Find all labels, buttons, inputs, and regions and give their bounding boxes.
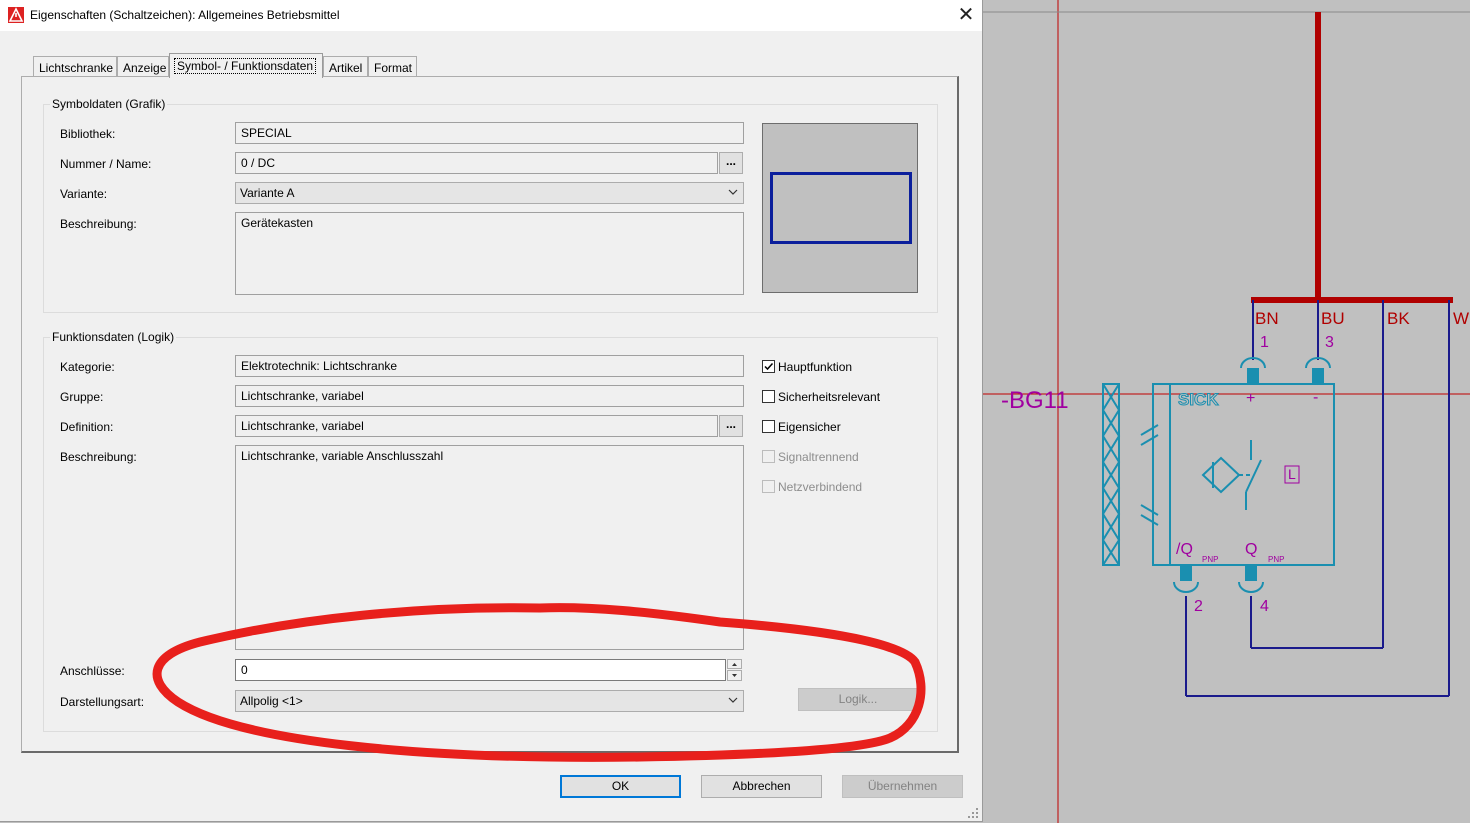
definition-browse-button[interactable]: ... <box>719 415 743 437</box>
apply-button[interactable]: Übernehmen <box>842 775 963 798</box>
category-field[interactable]: Elektrotechnik: Lichtschranke <box>235 355 744 377</box>
window-title: Eigenschaften (Schaltzeichen): Allgemein… <box>30 8 340 22</box>
connections-increment-button[interactable] <box>727 659 742 669</box>
symbol-group-title: Symboldaten (Grafik) <box>50 97 168 111</box>
main-function-label: Hauptfunktion <box>778 360 853 374</box>
signal-isolating-checkbox[interactable] <box>762 450 775 463</box>
safety-relevant-label: Sicherheitsrelevant <box>778 390 881 404</box>
chevron-up-icon <box>732 663 737 666</box>
number-label: Nummer / Name: <box>60 157 152 171</box>
wire-label-bn: BN <box>1255 309 1279 328</box>
tab-format[interactable]: Format <box>368 56 417 77</box>
chevron-down-icon <box>732 674 737 677</box>
pin-number-2: 2 <box>1194 598 1203 615</box>
tab-label: Artikel <box>329 61 363 75</box>
category-label: Kategorie: <box>60 360 115 374</box>
wire-label-w: W <box>1453 309 1470 328</box>
eplan-app-icon <box>8 7 24 23</box>
variant-select[interactable]: Variante A <box>235 182 744 204</box>
variant-label: Variante: <box>60 187 108 201</box>
representation-select[interactable]: Allpolig <1> <box>235 690 744 712</box>
symbol-description-field[interactable]: Gerätekasten <box>235 212 744 295</box>
l-marker: L <box>1288 466 1296 482</box>
tab-artikel[interactable]: Artikel <box>323 56 368 77</box>
function-description-label: Beschreibung: <box>60 450 137 464</box>
schematic-canvas[interactable]: -BG11 BN BU BK W 1 3 2 4 + - SICK /Q PNP… <box>983 0 1470 823</box>
library-label: Bibliothek: <box>60 127 116 141</box>
symbol-preview <box>762 123 918 293</box>
tab-symbol-funktionsdaten[interactable]: Symbol- / Funktionsdaten <box>169 53 323 78</box>
representation-value: Allpolig <1> <box>240 694 303 708</box>
tab-anzeige[interactable]: Anzeige <box>117 56 169 77</box>
tab-label: Format <box>374 61 413 75</box>
title-bar[interactable]: Eigenschaften (Schaltzeichen): Allgemein… <box>0 0 982 31</box>
function-description-field[interactable]: Lichtschranke, variable Anschlusszahl <box>235 445 744 650</box>
output-label-nq: /Q <box>1176 541 1193 558</box>
safety-relevant-checkbox[interactable] <box>762 390 775 403</box>
device-tag: -BG11 <box>1001 387 1069 414</box>
cancel-button[interactable]: Abbrechen <box>701 775 822 798</box>
logic-button[interactable]: Logik... <box>798 688 918 711</box>
output-suffix-nq: PNP <box>1202 555 1219 564</box>
number-field[interactable]: 0 / DC <box>235 152 718 174</box>
wire-label-bk: BK <box>1387 309 1410 328</box>
symbol-description-label: Beschreibung: <box>60 217 137 231</box>
definition-label: Definition: <box>60 420 114 434</box>
variant-value: Variante A <box>240 186 295 200</box>
grid-connecting-checkbox[interactable] <box>762 480 775 493</box>
signal-isolating-label: Signaltrennend <box>778 450 859 464</box>
definition-field[interactable]: Lichtschranke, variabel <box>235 415 718 437</box>
connections-input[interactable]: 0 <box>235 659 726 681</box>
function-group-title: Funktionsdaten (Logik) <box>50 330 177 344</box>
tab-label: Lichtschranke <box>39 61 114 75</box>
group-field[interactable]: Lichtschranke, variabel <box>235 385 744 407</box>
tab-label: Symbol- / Funktionsdaten <box>173 58 317 74</box>
pin-number-1: 1 <box>1260 334 1269 351</box>
symbol-preview-rectangle <box>770 172 912 244</box>
number-browse-button[interactable]: ... <box>719 152 743 174</box>
properties-dialog: Eigenschaften (Schaltzeichen): Allgemein… <box>0 0 983 822</box>
tab-label: Anzeige <box>123 61 167 75</box>
connections-decrement-button[interactable] <box>727 670 742 681</box>
wire-label-bu: BU <box>1321 309 1345 328</box>
intrinsically-safe-checkbox[interactable] <box>762 420 775 433</box>
close-icon[interactable]: ✕ <box>950 2 982 30</box>
pin-sign-plus: + <box>1246 390 1256 407</box>
checkmark-icon <box>764 362 774 371</box>
main-function-checkbox[interactable] <box>762 360 775 373</box>
brand-logo: SICK <box>1178 390 1220 410</box>
representation-label: Darstellungsart: <box>60 695 145 709</box>
intrinsically-safe-label: Eigensicher <box>778 420 841 434</box>
grid-connecting-label: Netzverbindend <box>778 480 863 494</box>
group-label: Gruppe: <box>60 390 104 404</box>
chevron-down-icon <box>728 697 738 703</box>
tab-lichtschranke[interactable]: Lichtschranke <box>33 56 117 77</box>
pin-number-3: 3 <box>1325 334 1334 351</box>
pin-sign-minus: - <box>1313 389 1319 406</box>
pin-number-4: 4 <box>1260 598 1269 615</box>
output-label-q: Q <box>1245 541 1258 558</box>
ok-button[interactable]: OK <box>560 775 681 798</box>
resize-grip-icon[interactable] <box>966 806 980 820</box>
connections-label: Anschlüsse: <box>60 664 125 678</box>
chevron-down-icon <box>728 189 738 195</box>
library-field[interactable]: SPECIAL <box>235 122 744 144</box>
output-suffix-q: PNP <box>1268 555 1285 564</box>
